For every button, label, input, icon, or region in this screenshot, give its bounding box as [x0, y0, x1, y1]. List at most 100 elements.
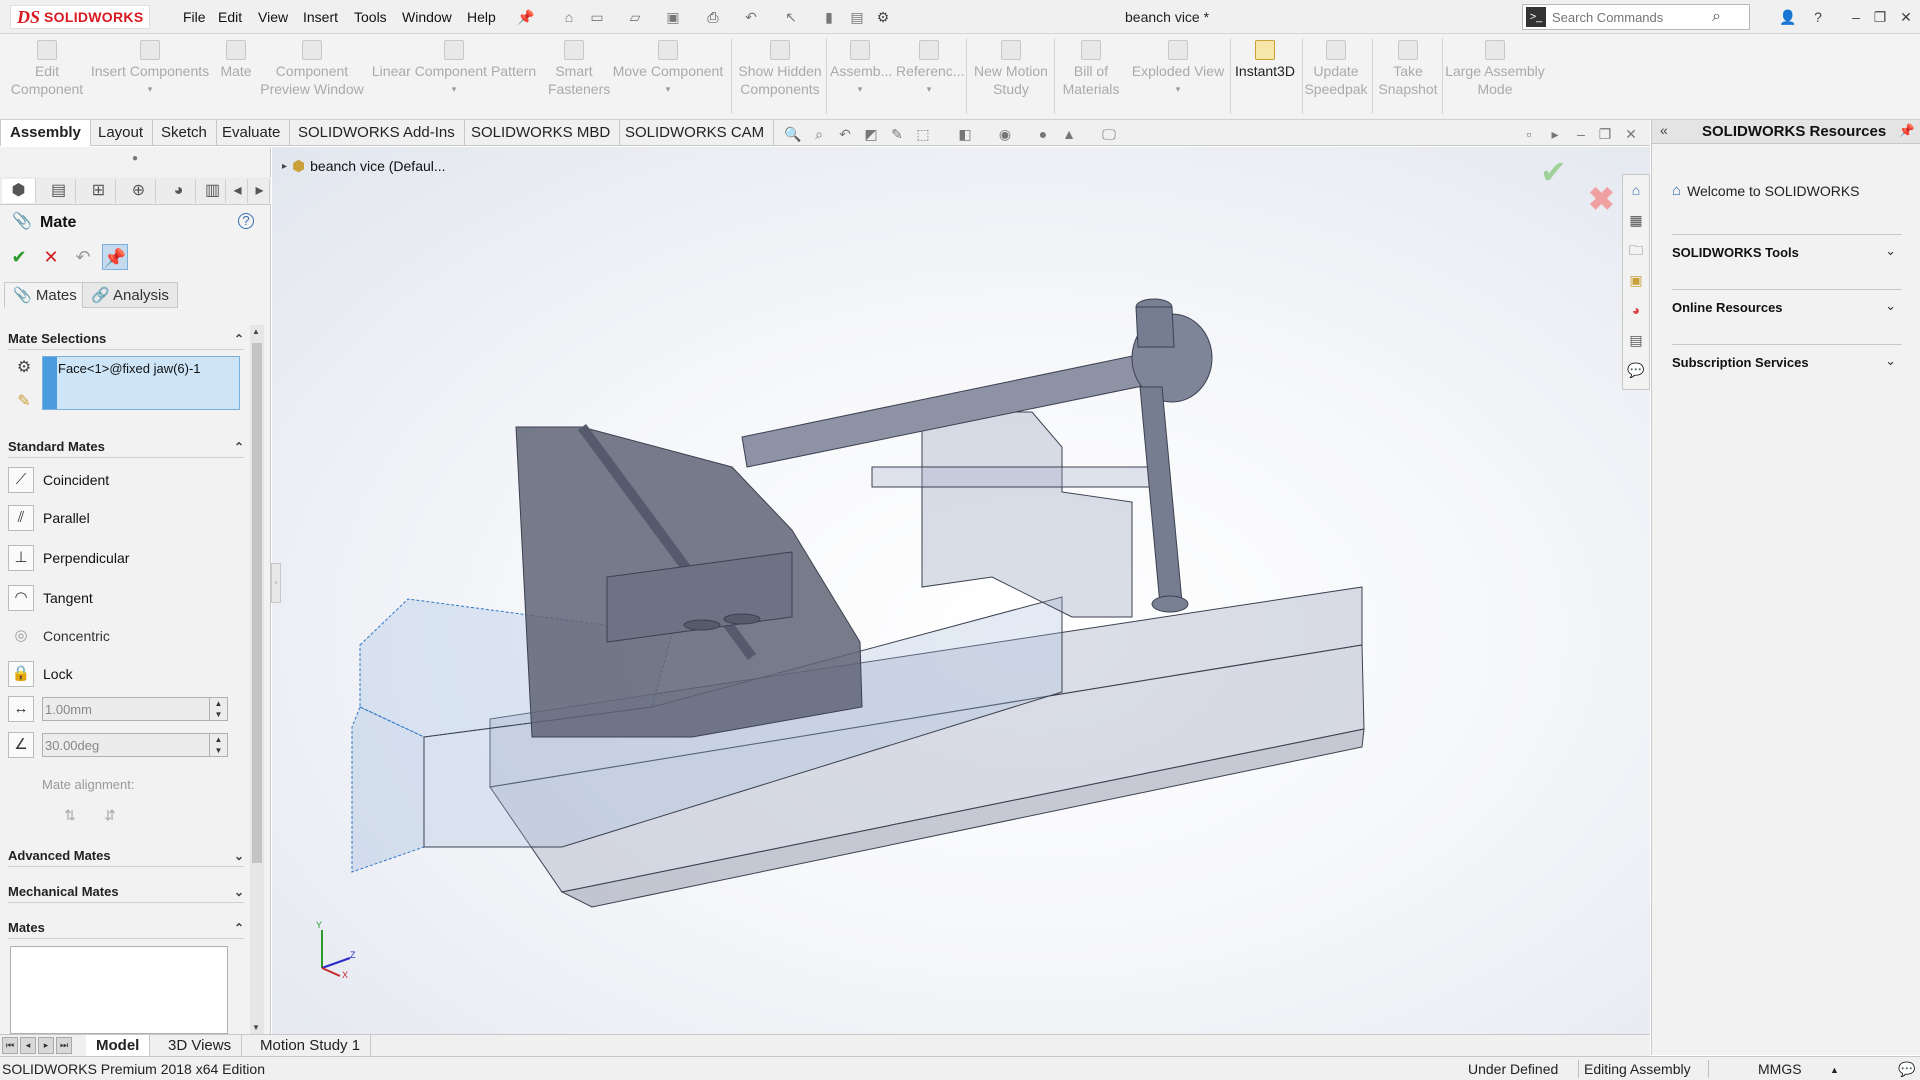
distance-input[interactable]: [43, 698, 198, 720]
show-hidden-components-button[interactable]: Show Hidden Components: [736, 40, 824, 98]
tab-analysis[interactable]: 🔗 Analysis: [82, 282, 178, 308]
dynamic-annotation-icon[interactable]: ✎: [888, 125, 906, 143]
angle-stepper[interactable]: ▲ ▼: [209, 734, 227, 756]
collapse-pane-icon[interactable]: «: [1660, 122, 1668, 138]
panel-scrollbar[interactable]: ▲ ▼: [250, 325, 264, 1034]
concentric-mate[interactable]: ◎ Concentric: [8, 621, 244, 651]
scroll-up-icon[interactable]: ▲: [252, 327, 260, 336]
view-palette-icon[interactable]: ▣: [1625, 269, 1647, 291]
advanced-mates-header[interactable]: Advanced Mates ⌄: [8, 845, 244, 867]
instant3d-button[interactable]: Instant3D: [1232, 40, 1298, 80]
update-speedpak-button[interactable]: Update Speedpak: [1304, 40, 1368, 98]
cancel-x-icon[interactable]: ✕: [38, 244, 64, 270]
confirm-corner-cancel-icon[interactable]: ✖: [1588, 180, 1615, 218]
feature-tree-root[interactable]: ▸ ⬢ beanch vice (Defaul...: [282, 157, 446, 175]
help-icon[interactable]: ?: [238, 213, 254, 229]
tab-solidworks-mbd[interactable]: SOLIDWORKS MBD: [462, 120, 621, 146]
first-tab-icon[interactable]: ⏮: [2, 1037, 18, 1054]
aligned-icon[interactable]: ⇅: [58, 803, 82, 827]
zoom-to-fit-icon[interactable]: 🔍: [784, 125, 802, 143]
zoom-to-area-icon[interactable]: ⌕: [810, 125, 828, 143]
units-system[interactable]: MMGS: [1758, 1061, 1802, 1077]
assembly-features-button[interactable]: Assemb... ▾: [830, 40, 892, 98]
feature-tree-tab-icon[interactable]: ⬢: [2, 179, 36, 203]
pin-pane-icon[interactable]: 📌: [1899, 123, 1915, 139]
help-icon[interactable]: ?: [1808, 7, 1828, 27]
property-manager-tab-icon[interactable]: ▤: [42, 179, 76, 203]
new-document-icon[interactable]: ▭: [588, 8, 606, 26]
expand-chevron-icon[interactable]: ⌄: [234, 881, 244, 903]
expand-chevron-icon[interactable]: ⌄: [1885, 243, 1896, 259]
menu-edit[interactable]: Edit: [218, 9, 242, 25]
exploded-view-button[interactable]: Exploded View ▾: [1128, 40, 1228, 98]
restore-icon[interactable]: ❐: [1870, 7, 1890, 27]
prev-tab-icon[interactable]: ◂: [20, 1037, 36, 1054]
tab-solidworks-add-ins[interactable]: SOLIDWORKS Add-Ins: [289, 120, 465, 146]
save-icon[interactable]: ▣: [664, 8, 682, 26]
units-menu-caret[interactable]: ▲: [1830, 1065, 1839, 1075]
insert-components-button[interactable]: Insert Components ▾: [90, 40, 210, 98]
quick-tips-icon[interactable]: 💬: [1898, 1061, 1915, 1078]
close-icon[interactable]: ✕: [1896, 7, 1916, 27]
expand-arrow-icon[interactable]: ▸: [282, 161, 287, 172]
configuration-manager-tab-icon[interactable]: ⊞: [82, 179, 116, 203]
distance-stepper[interactable]: ▲ ▼: [209, 698, 227, 720]
expand-chevron-icon[interactable]: ⌄: [1885, 353, 1896, 369]
mate-selection-box[interactable]: Face<1>@fixed jaw(6)-1: [42, 356, 240, 410]
mates-header[interactable]: Mates ⌃: [8, 917, 244, 939]
reference-geometry-button[interactable]: Referenc... ▾: [896, 40, 964, 98]
next-tab-icon[interactable]: ▸: [38, 1037, 54, 1054]
lock-mate[interactable]: 🔒 Lock: [8, 659, 244, 689]
file-properties-icon[interactable]: ▤: [848, 8, 866, 26]
viewport-minimize-icon[interactable]: –: [1572, 125, 1590, 143]
menu-insert[interactable]: Insert: [303, 9, 338, 25]
options-gear-icon[interactable]: ⚙: [874, 8, 892, 26]
viewport-expand-icon[interactable]: ▸: [1546, 125, 1564, 143]
dimxpert-tab-icon[interactable]: ⊕: [122, 179, 156, 203]
subscription-services-section[interactable]: Subscription Services ⌄: [1672, 344, 1902, 370]
move-component-button[interactable]: Move Component ▾: [608, 40, 728, 98]
tab-layout[interactable]: Layout: [89, 120, 154, 146]
panel-grip-icon[interactable]: ●: [132, 153, 138, 164]
forum-icon[interactable]: 💬: [1625, 359, 1647, 381]
last-tab-icon[interactable]: ⏭: [56, 1037, 72, 1054]
viewport-close-icon[interactable]: ✕: [1622, 125, 1640, 143]
tab-assembly[interactable]: Assembly: [0, 120, 91, 146]
bill-of-materials-button[interactable]: Bill of Materials: [1060, 40, 1122, 98]
pin-menu-icon[interactable]: 📌: [517, 8, 535, 26]
undo-icon[interactable]: ↶: [742, 8, 760, 26]
collapse-chevron-icon[interactable]: ⌃: [234, 328, 244, 350]
mechanical-mates-header[interactable]: Mechanical Mates ⌄: [8, 881, 244, 903]
menu-help[interactable]: Help: [467, 9, 496, 25]
tab-motion-study-1[interactable]: Motion Study 1: [250, 1035, 372, 1057]
linear-component-pattern-button[interactable]: Linear Component Pattern ▾: [370, 40, 538, 98]
distance-mate-icon[interactable]: ↔: [8, 694, 38, 724]
view-orientation-icon[interactable]: ⬚: [914, 125, 932, 143]
keep-visible-pin-icon[interactable]: 📌: [102, 244, 128, 270]
menu-view[interactable]: View: [258, 9, 288, 25]
welcome-link[interactable]: ⌂ Welcome to SOLIDWORKS: [1672, 182, 1860, 199]
standard-mates-header[interactable]: Standard Mates ⌃: [8, 436, 244, 458]
display-style-icon[interactable]: ◧: [956, 125, 974, 143]
bench-vice-model[interactable]: [272, 147, 1650, 1034]
viewport-restore-icon[interactable]: ❐: [1596, 125, 1614, 143]
cam-tab-icon[interactable]: ▥: [200, 179, 226, 203]
coincident-mate[interactable]: ⟋ Coincident: [8, 465, 244, 495]
rebuild-icon[interactable]: ▮: [820, 8, 838, 26]
edit-appearance-icon[interactable]: ●: [1034, 125, 1052, 143]
confirm-corner-check-icon[interactable]: ✔: [1540, 153, 1567, 191]
solidworks-logo[interactable]: DS SOLIDWORKS: [10, 5, 150, 29]
display-manager-tab-icon[interactable]: ◕: [162, 179, 196, 203]
search-icon[interactable]: ⌕: [1712, 8, 1721, 26]
appearances-icon[interactable]: ◕: [1625, 299, 1647, 321]
tangent-mate[interactable]: ◠ Tangent: [8, 583, 244, 613]
select-icon[interactable]: ↖: [782, 8, 800, 26]
user-icon[interactable]: 👤: [1778, 7, 1798, 27]
tab-model[interactable]: Model: [86, 1035, 151, 1057]
distance-field[interactable]: ▲▼: [42, 697, 228, 721]
tab-solidworks-cam[interactable]: SOLIDWORKS CAM: [616, 120, 775, 146]
apply-scene-icon[interactable]: ▲: [1060, 125, 1078, 143]
panel-splitter[interactable]: ◦: [271, 563, 281, 603]
menu-tools[interactable]: Tools: [354, 9, 387, 25]
smart-fasteners-button[interactable]: Smart Fasteners: [548, 40, 610, 98]
